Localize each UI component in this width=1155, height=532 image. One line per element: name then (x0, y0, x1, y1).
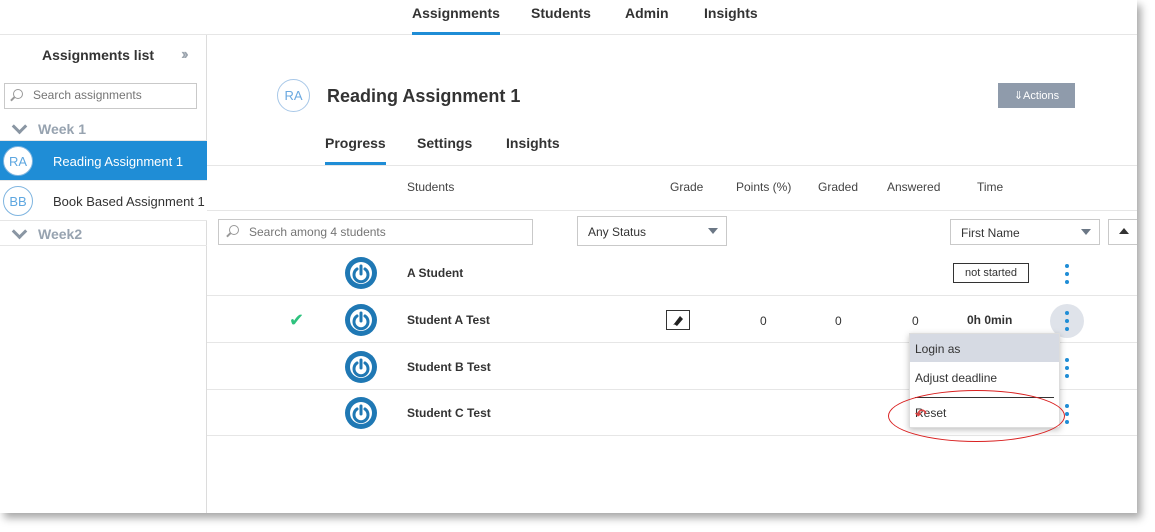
nav-insights[interactable]: Insights (704, 5, 758, 35)
more-options-icon[interactable] (1050, 257, 1084, 291)
search-icon (229, 225, 239, 235)
main-panel: RA Reading Assignment 1 ⇓Actions Progres… (207, 35, 1137, 513)
divider (207, 210, 1137, 211)
tab-settings[interactable]: Settings (417, 135, 472, 165)
nav-admin[interactable]: Admin (625, 5, 669, 35)
student-name: Student C Test (407, 406, 491, 420)
tab-insights[interactable]: Insights (506, 135, 560, 165)
column-header-points: Points (%) (736, 180, 792, 194)
power-icon (345, 304, 377, 336)
sidebar-group-label: Week2 (38, 226, 83, 242)
student-search[interactable] (218, 219, 533, 245)
actions-button[interactable]: ⇓Actions (998, 83, 1075, 108)
assignment-avatar: RA (3, 146, 33, 176)
top-nav: Assignments Students Admin Insights (0, 0, 1137, 35)
column-header-answered: Answered (887, 180, 941, 194)
sidebar-item-label: Book Based Assignment 1 (53, 194, 205, 209)
sidebar-group-label: Week 1 (38, 121, 86, 137)
caret-down-icon (1081, 229, 1091, 235)
power-icon (345, 397, 377, 429)
tab-progress[interactable]: Progress (325, 135, 386, 165)
divider (207, 165, 1137, 166)
assignment-avatar: RA (277, 79, 310, 112)
sort-select[interactable]: First Name (950, 219, 1100, 245)
chevron-down-icon (12, 226, 24, 238)
nav-assignments[interactable]: Assignments (412, 5, 500, 35)
assignment-search-input[interactable] (33, 88, 193, 102)
sidebar-item-reading-assignment-1[interactable]: RA Reading Assignment 1 (0, 141, 207, 181)
table-row: A Student not started (207, 250, 1137, 296)
sidebar-title: Assignments list (42, 47, 155, 63)
nav-students[interactable]: Students (531, 5, 591, 35)
sort-value: First Name (961, 226, 1020, 240)
menu-item-login-as[interactable]: Login as (910, 334, 1059, 362)
status-filter-value: Any Status (588, 225, 647, 239)
power-icon (345, 257, 377, 289)
student-name: Student A Test (407, 313, 490, 327)
double-chevron-right-icon[interactable]: ›› (181, 46, 188, 64)
time-value: 0h 0min (967, 313, 1013, 327)
column-header-students: Students (407, 180, 455, 194)
grade-pen-icon[interactable] (666, 310, 690, 330)
menu-item-adjust-deadline[interactable]: Adjust deadline (910, 363, 1059, 391)
chevron-down-icon (12, 121, 24, 133)
checkmark-icon: ✔ (289, 310, 305, 330)
menu-item-label: Login as (915, 342, 961, 356)
graded-value: 0 (835, 314, 842, 328)
column-header-graded: Graded (818, 180, 859, 194)
caret-down-icon (708, 228, 718, 234)
assignment-avatar: BB (3, 186, 33, 216)
status-badge: not started (953, 263, 1029, 283)
sidebar-group-week-1[interactable]: Week 1 (0, 119, 207, 141)
sidebar-item-book-based-assignment-1[interactable]: BB Book Based Assignment 1 (0, 181, 207, 221)
menu-item-label: Adjust deadline (915, 371, 998, 385)
sidebar-group-week2[interactable]: Week2 (0, 224, 207, 246)
sidebar-item-label: Reading Assignment 1 (53, 154, 184, 169)
student-name: A Student (407, 266, 464, 280)
column-header-grade: Grade (670, 180, 704, 194)
column-header-time: Time (977, 180, 1004, 194)
assignments-sidebar: Assignments list ›› Week 1 RA Reading As… (0, 35, 207, 513)
points-value: 0 (760, 314, 767, 328)
search-icon (13, 89, 23, 99)
status-filter-select[interactable]: Any Status (577, 216, 727, 246)
student-search-input[interactable] (249, 225, 519, 239)
answered-value: 0 (912, 314, 919, 328)
page-title: Reading Assignment 1 (327, 86, 521, 106)
student-name: Student B Test (407, 360, 491, 374)
annotation-highlight-oval (888, 390, 1065, 442)
power-icon (345, 351, 377, 383)
assignment-search[interactable] (4, 83, 197, 109)
sort-direction-button[interactable] (1108, 219, 1137, 245)
